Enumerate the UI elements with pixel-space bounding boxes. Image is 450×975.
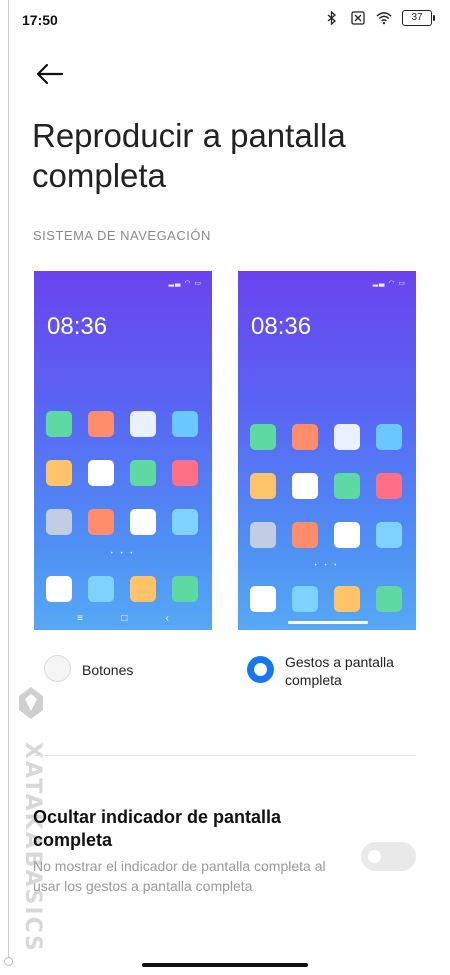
section-header: SISTEMA DE NAVEGACIÓN	[33, 228, 211, 243]
back-arrow-icon[interactable]	[34, 60, 66, 88]
preview-clock: 08:36	[251, 313, 312, 340]
wifi-icon	[376, 10, 392, 26]
preview-app-grid	[250, 424, 406, 548]
radio-gestos[interactable]	[247, 656, 274, 683]
option-label-botones[interactable]: Botones	[82, 661, 133, 679]
preview-status-icons: ▂▃ ◠ ▭	[372, 280, 406, 287]
back-icon: ‹	[165, 613, 169, 624]
radio-botones[interactable]	[44, 655, 71, 682]
battery-icon: 37	[402, 10, 435, 26]
preview-page-dots: • • •	[110, 551, 136, 557]
divider	[34, 755, 416, 756]
preview-gestures[interactable]: ▂▃ ◠ ▭ 08:36 • • •	[238, 271, 416, 630]
watermark-dot	[4, 957, 13, 966]
preview-buttons[interactable]: ▂▃ ◠ ▭ 08:36 • • • ≡ □ ‹	[34, 271, 212, 630]
preview-gesture-bar	[288, 621, 368, 624]
option-label-gestos[interactable]: Gestos a pantalla completa	[285, 653, 420, 689]
preview-page-dots: • • •	[314, 563, 340, 569]
home-icon: □	[121, 613, 128, 624]
hide-indicator-toggle[interactable]	[361, 842, 416, 871]
no-sim-icon	[350, 10, 366, 26]
setting-description: No mostrar el indicador de pantalla comp…	[33, 858, 326, 894]
preview-clock: 08:36	[47, 313, 108, 340]
bluetooth-icon	[324, 10, 340, 26]
status-time: 17:50	[22, 12, 58, 28]
setting-title: Ocultar indicador de pantalla completa	[33, 807, 282, 850]
preview-dock	[46, 576, 202, 602]
watermark-line	[8, 0, 9, 965]
preview-dock	[250, 586, 406, 612]
page-title: Reproducir a pantalla completa	[32, 117, 346, 194]
preview-status-icons: ▂▃ ◠ ▭	[168, 280, 202, 287]
watermark-logo-icon	[19, 687, 43, 719]
home-indicator[interactable]	[142, 963, 308, 967]
menu-icon: ≡	[77, 613, 83, 624]
preview-nav-buttons: ≡ □ ‹	[34, 613, 212, 624]
preview-app-grid	[46, 411, 202, 535]
status-bar: 17:50 37	[0, 0, 450, 40]
